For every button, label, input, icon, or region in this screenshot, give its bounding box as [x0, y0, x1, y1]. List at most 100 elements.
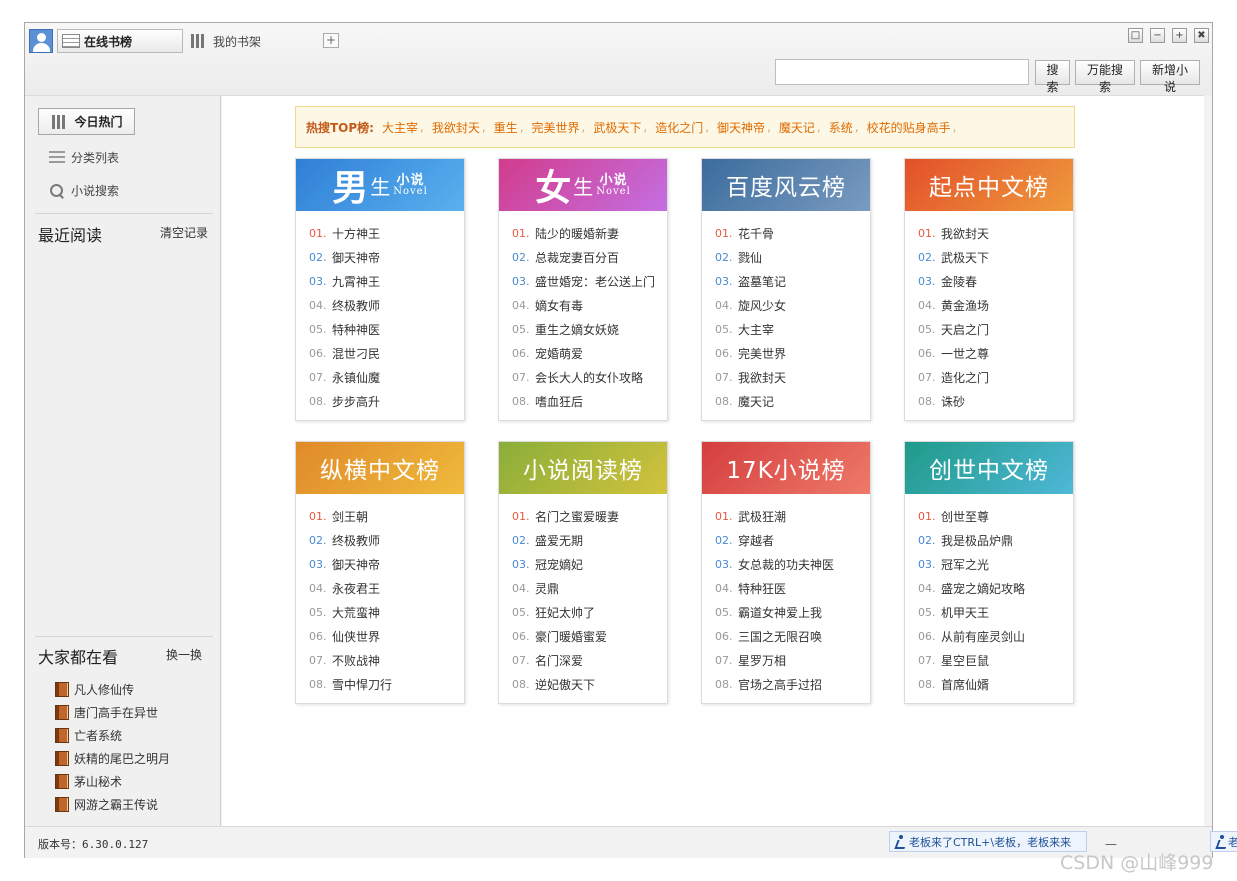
hot-search-item[interactable]: 魔天记 [779, 119, 815, 136]
card-list-item[interactable]: 03. 御天神帝 [309, 552, 464, 576]
card-list-item[interactable]: 05. 大荒蛮神 [309, 600, 464, 624]
popular-item[interactable]: 凡人修仙传 [55, 678, 170, 701]
card-list-item[interactable]: 06. 三国之无限召唤 [715, 624, 870, 648]
hot-search-item[interactable]: 御天神帝 [717, 119, 765, 136]
card-header[interactable]: 小说阅读榜 [499, 442, 667, 494]
card-list-item[interactable]: 01. 剑王朝 [309, 504, 464, 528]
card-list-item[interactable]: 03. 冠军之光 [918, 552, 1073, 576]
refresh-popular-link[interactable]: 换一换 [166, 646, 202, 663]
card-list-item[interactable]: 02. 总裁宠妻百分百 [512, 245, 667, 269]
card-list-item[interactable]: 07. 会长大人的女仆攻略 [512, 365, 667, 389]
hot-search-item[interactable]: 系统 [829, 119, 853, 136]
card-list-item[interactable]: 08. 魔天记 [715, 389, 870, 413]
card-list-item[interactable]: 02. 盛爱无期 [512, 528, 667, 552]
card-list-item[interactable]: 04. 特种狂医 [715, 576, 870, 600]
card-list-item[interactable]: 04. 灵鼎 [512, 576, 667, 600]
popular-item[interactable]: 妖精的尾巴之明月 [55, 747, 170, 770]
card-header[interactable]: 纵横中文榜 [296, 442, 464, 494]
card-list-item[interactable]: 03. 盛世婚宠：老公送上门 [512, 269, 667, 293]
card-list-item[interactable]: 02. 我是极品炉鼎 [918, 528, 1073, 552]
card-list-item[interactable]: 02. 戮仙 [715, 245, 870, 269]
popular-item[interactable]: 唐门高手在异世 [55, 701, 170, 724]
card-list-item[interactable]: 01. 花千骨 [715, 221, 870, 245]
card-list-item[interactable]: 05. 狂妃太帅了 [512, 600, 667, 624]
card-list-item[interactable]: 01. 武极狂潮 [715, 504, 870, 528]
card-list-item[interactable]: 04. 终极教师 [309, 293, 464, 317]
hot-search-item[interactable]: 我欲封天 [432, 119, 480, 136]
nav-category-list[interactable]: 分类列表 [49, 147, 119, 167]
boss-key-button-duplicate[interactable]: 老 [1210, 831, 1237, 852]
universal-search-button[interactable]: 万能搜索 [1075, 60, 1135, 94]
card-list-item[interactable]: 05. 大主宰 [715, 317, 870, 341]
card-list-item[interactable]: 04. 嫡女有毒 [512, 293, 667, 317]
card-header[interactable]: 17K小说榜 [702, 442, 870, 494]
card-list-item[interactable]: 08. 雪中悍刀行 [309, 672, 464, 696]
restore-window-button[interactable]: □ [1128, 28, 1143, 43]
card-list-item[interactable]: 03. 金陵春 [918, 269, 1073, 293]
card-list-item[interactable]: 03. 九霄神王 [309, 269, 464, 293]
card-header[interactable]: 百度风云榜 [702, 159, 870, 211]
card-list-item[interactable]: 08. 嗜血狂后 [512, 389, 667, 413]
card-header[interactable]: 男生小说 Novel [296, 159, 464, 211]
card-list-item[interactable]: 01. 名门之蜜爱暖妻 [512, 504, 667, 528]
card-list-item[interactable]: 06. 豪门暖婚蜜爱 [512, 624, 667, 648]
nav-novel-search[interactable]: 小说搜索 [49, 180, 119, 200]
card-list-item[interactable]: 05. 霸道女神爱上我 [715, 600, 870, 624]
card-list-item[interactable]: 03. 女总裁的功夫神医 [715, 552, 870, 576]
card-list-item[interactable]: 02. 终极教师 [309, 528, 464, 552]
card-header[interactable]: 创世中文榜 [905, 442, 1073, 494]
card-list-item[interactable]: 08. 官场之高手过招 [715, 672, 870, 696]
card-list-item[interactable]: 02. 御天神帝 [309, 245, 464, 269]
clear-history-link[interactable]: 清空记录 [160, 224, 208, 241]
user-avatar-icon[interactable] [29, 29, 53, 53]
card-list-item[interactable]: 07. 永镇仙魔 [309, 365, 464, 389]
hot-search-item[interactable]: 大主宰 [382, 119, 418, 136]
add-novel-button[interactable]: 新增小说 [1140, 60, 1200, 94]
card-list-item[interactable]: 01. 十方神王 [309, 221, 464, 245]
card-list-item[interactable]: 08. 诛砂 [918, 389, 1073, 413]
pin-button[interactable]: + [1172, 28, 1187, 43]
card-header[interactable]: 女生小说 Novel [499, 159, 667, 211]
card-list-item[interactable]: 06. 仙侠世界 [309, 624, 464, 648]
close-button[interactable]: ✖ [1194, 28, 1209, 43]
card-list-item[interactable]: 02. 穿越者 [715, 528, 870, 552]
card-list-item[interactable]: 02. 武极天下 [918, 245, 1073, 269]
card-list-item[interactable]: 08. 首席仙婿 [918, 672, 1073, 696]
hot-search-item[interactable]: 武极天下 [593, 119, 641, 136]
search-input[interactable] [775, 59, 1029, 85]
card-list-item[interactable]: 08. 步步高升 [309, 389, 464, 413]
card-list-item[interactable]: 01. 我欲封天 [918, 221, 1073, 245]
nav-today-hot[interactable]: 今日热门 [38, 108, 135, 135]
card-list-item[interactable]: 05. 天启之门 [918, 317, 1073, 341]
card-list-item[interactable]: 05. 特种神医 [309, 317, 464, 341]
card-list-item[interactable]: 03. 盗墓笔记 [715, 269, 870, 293]
card-list-item[interactable]: 01. 创世至尊 [918, 504, 1073, 528]
card-list-item[interactable]: 08. 逆妃傲天下 [512, 672, 667, 696]
card-list-item[interactable]: 04. 盛宠之嫡妃攻略 [918, 576, 1073, 600]
hot-search-item[interactable]: 完美世界 [532, 119, 580, 136]
hot-search-item[interactable]: 重生 [494, 119, 518, 136]
search-button[interactable]: 搜索 [1035, 60, 1070, 94]
boss-key-button[interactable]: 老板来了CTRL+\老板，老板来来 [889, 831, 1087, 852]
card-list-item[interactable]: 06. 完美世界 [715, 341, 870, 365]
card-list-item[interactable]: 03. 冠宠嫡妃 [512, 552, 667, 576]
card-list-item[interactable]: 05. 机甲天王 [918, 600, 1073, 624]
card-list-item[interactable]: 07. 名门深爱 [512, 648, 667, 672]
card-list-item[interactable]: 04. 永夜君王 [309, 576, 464, 600]
popular-item[interactable]: 网游之霸王传说 [55, 793, 170, 816]
card-list-item[interactable]: 04. 黄金渔场 [918, 293, 1073, 317]
tab-my-bookshelf[interactable]: 我的书架 [189, 29, 309, 53]
hot-search-item[interactable]: 造化之门 [655, 119, 703, 136]
card-list-item[interactable]: 06. 宠婚萌爱 [512, 341, 667, 365]
add-tab-button[interactable]: + [323, 33, 339, 48]
card-list-item[interactable]: 07. 不败战神 [309, 648, 464, 672]
card-list-item[interactable]: 01. 陆少的暖婚新妻 [512, 221, 667, 245]
card-list-item[interactable]: 06. 一世之尊 [918, 341, 1073, 365]
hot-search-item[interactable]: 校花的贴身高手 [867, 119, 951, 136]
card-list-item[interactable]: 07. 星罗万相 [715, 648, 870, 672]
card-list-item[interactable]: 07. 星空巨鼠 [918, 648, 1073, 672]
popular-item[interactable]: 茅山秘术 [55, 770, 170, 793]
card-list-item[interactable]: 05. 重生之嫡女妖娆 [512, 317, 667, 341]
minimize-button[interactable]: − [1150, 28, 1165, 43]
tab-online-rankings[interactable]: 在线书榜 [57, 29, 183, 53]
